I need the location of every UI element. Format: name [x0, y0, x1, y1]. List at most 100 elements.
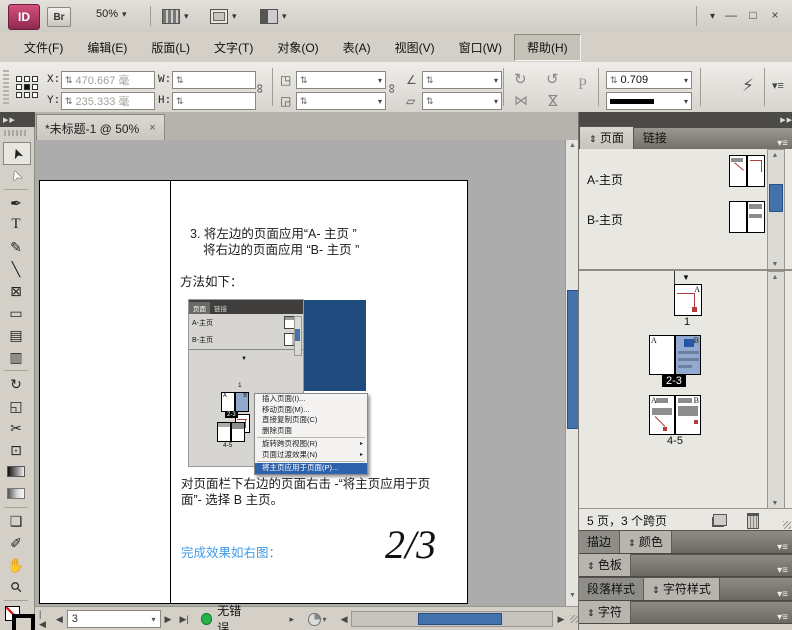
resize-grip[interactable]	[783, 521, 791, 529]
spread-4-5-thumbnail[interactable]: A B	[649, 395, 701, 435]
page-number-field[interactable]: 3 ▾	[66, 610, 161, 628]
masters-scrollbar[interactable]: ▲ ▼	[767, 149, 785, 271]
tab-character[interactable]: ⇕ 字符	[579, 601, 631, 623]
tab-swatches[interactable]: ⇕ 色板	[579, 554, 631, 576]
master-a-item[interactable]: A-主页	[587, 171, 623, 188]
scroll-down-icon[interactable]: ▼	[768, 261, 782, 268]
tab-color[interactable]: ⇕ 颜色	[620, 531, 672, 553]
selection-tool[interactable]: ➤	[3, 142, 31, 165]
panel-menu-icon[interactable]: ▾≡	[777, 565, 792, 576]
master-b-item[interactable]: B-主页	[587, 211, 623, 228]
close-tab-icon[interactable]: ×	[149, 122, 155, 134]
scroll-up-icon[interactable]: ▲	[566, 142, 578, 149]
pencil-tool[interactable]: ✎	[3, 236, 29, 257]
menu-window[interactable]: 窗口(W)	[447, 35, 514, 60]
new-spread-button[interactable]	[713, 514, 727, 526]
arrange-documents-button[interactable]: ▾	[260, 9, 287, 24]
stroke-type-dropdown[interactable]: ▾	[606, 92, 692, 110]
menu-help[interactable]: 帮助(H)	[513, 33, 581, 61]
tab-links[interactable]: 链接	[634, 127, 676, 149]
quick-apply-button[interactable]: ⚡	[742, 76, 754, 96]
eyedropper-tool[interactable]: ✐	[3, 532, 29, 553]
panel-menu-button[interactable]: ▾≡	[772, 79, 784, 92]
menu-table[interactable]: 表(A)	[331, 35, 383, 60]
status-flyout-arrow[interactable]: ▸	[286, 614, 299, 625]
horizontal-scroll-thumb[interactable]	[418, 613, 503, 625]
constrain-scale-icon[interactable]: ∞	[385, 84, 400, 93]
panel-menu-icon[interactable]: ▾≡	[777, 612, 792, 623]
menu-edit[interactable]: 编辑(E)	[75, 35, 139, 60]
type-tool[interactable]: T	[3, 214, 29, 235]
w-input[interactable]: ⇅	[172, 71, 256, 89]
scale-y-input[interactable]: ⇅ ▾	[296, 92, 386, 110]
scroll-left-icon[interactable]: ◀	[337, 614, 352, 625]
shear-angle-input[interactable]: ⇅ ▾	[422, 92, 502, 110]
master-b-thumbnail[interactable]	[729, 201, 765, 233]
bridge-button[interactable]: Br	[47, 7, 71, 27]
menu-file[interactable]: 文件(F)	[12, 35, 75, 60]
previous-page-button[interactable]: ◀	[52, 614, 67, 625]
horizontal-scrollbar[interactable]	[351, 611, 554, 627]
zoom-tool[interactable]: ⚲	[3, 576, 29, 597]
rotate-cw-button[interactable]: ↻	[514, 70, 527, 88]
page-1-thumbnail[interactable]: A	[674, 284, 702, 316]
workspace-dropdown[interactable]: ▾	[710, 11, 715, 22]
note-tool[interactable]: ❑	[3, 510, 29, 531]
stroke-swatch[interactable]	[12, 614, 35, 630]
document-canvas[interactable]: 3. 将左边的页面应用“A- 主页 ” 将右边的页面应用 “B- 主页 ” 方法…	[35, 140, 578, 606]
page-1-label[interactable]: 1	[674, 316, 700, 328]
tab-pages[interactable]: ⇕ 页面	[579, 126, 634, 149]
menu-view[interactable]: 视图(V)	[383, 35, 447, 60]
scale-x-input[interactable]: ⇅ ▾	[296, 71, 386, 89]
x-input[interactable]: ⇅ 470.667 毫	[61, 71, 155, 89]
scissors-tool[interactable]: ✂	[3, 417, 29, 438]
vertical-scroll-thumb[interactable]	[567, 290, 578, 429]
hand-tool[interactable]: ✋	[3, 554, 29, 575]
flip-horizontal-button[interactable]: ⋈	[514, 92, 528, 109]
pen-tool[interactable]: ✒	[3, 192, 29, 213]
constrain-dimensions-icon[interactable]: ∞	[253, 84, 268, 93]
panel-menu-icon[interactable]: ▾≡	[777, 589, 792, 600]
menu-type[interactable]: 文字(T)	[202, 35, 265, 60]
horizontal-grid-tool[interactable]: ▤	[3, 324, 29, 345]
menu-layout[interactable]: 版面(L)	[139, 35, 202, 60]
first-page-button[interactable]: |◀	[35, 609, 52, 630]
next-page-button[interactable]: ▶	[161, 614, 176, 625]
document-page[interactable]: 3. 将左边的页面应用“A- 主页 ” 将右边的页面应用 “B- 主页 ” 方法…	[39, 180, 468, 604]
scroll-down-icon[interactable]: ▼	[768, 500, 782, 507]
line-tool[interactable]: ╲	[3, 258, 29, 279]
pages-scrollbar[interactable]: ▲ ▼	[767, 271, 785, 510]
stroke-weight-input[interactable]: ⇅ 0.709 ▾	[606, 71, 692, 89]
toolbar-collapse-bar[interactable]: ▶▶	[0, 112, 37, 127]
panel-menu-icon[interactable]: ▾≡	[777, 542, 792, 553]
frame-tool[interactable]: ⊠	[3, 280, 29, 301]
delete-page-button[interactable]	[747, 513, 759, 529]
scroll-down-icon[interactable]: ▼	[566, 592, 578, 599]
masters-scroll-thumb[interactable]	[769, 184, 783, 212]
preflight-menu-icon[interactable]	[308, 612, 321, 626]
resize-grip[interactable]	[570, 615, 578, 623]
document-tab[interactable]: *未标题-1 @ 50% ×	[36, 114, 165, 141]
vertical-grid-tool[interactable]: ▥	[3, 346, 29, 367]
view-options-button[interactable]: ▾	[162, 9, 189, 24]
tab-paragraph-styles[interactable]: 段落样式	[579, 578, 645, 600]
master-a-thumbnail[interactable]	[729, 155, 765, 187]
rotate-tool[interactable]: ↻	[3, 373, 29, 394]
scroll-up-icon[interactable]: ▲	[768, 152, 782, 159]
menu-object[interactable]: 对象(O)	[265, 35, 330, 60]
last-page-button[interactable]: ▶|	[175, 614, 192, 625]
rotation-angle-input[interactable]: ⇅ ▾	[422, 71, 502, 89]
free-transform-tool[interactable]: ⊡	[3, 439, 29, 460]
minimize-button[interactable]: —	[722, 8, 740, 22]
panel-grip[interactable]	[3, 70, 9, 104]
zoom-level-dropdown[interactable]: 50% ▾	[96, 8, 127, 20]
gradient-feather-tool[interactable]	[3, 483, 29, 504]
rotate-ccw-button[interactable]: ↺	[546, 70, 559, 88]
gradient-tool[interactable]	[3, 461, 29, 482]
scroll-up-icon[interactable]: ▲	[768, 274, 782, 281]
close-button[interactable]: ×	[766, 8, 784, 22]
h-input[interactable]: ⇅	[172, 92, 256, 110]
tab-character-styles[interactable]: ⇕ 字符样式	[644, 578, 720, 600]
tab-stroke[interactable]: 描边	[579, 531, 621, 553]
toolbar-grip[interactable]	[4, 130, 28, 136]
